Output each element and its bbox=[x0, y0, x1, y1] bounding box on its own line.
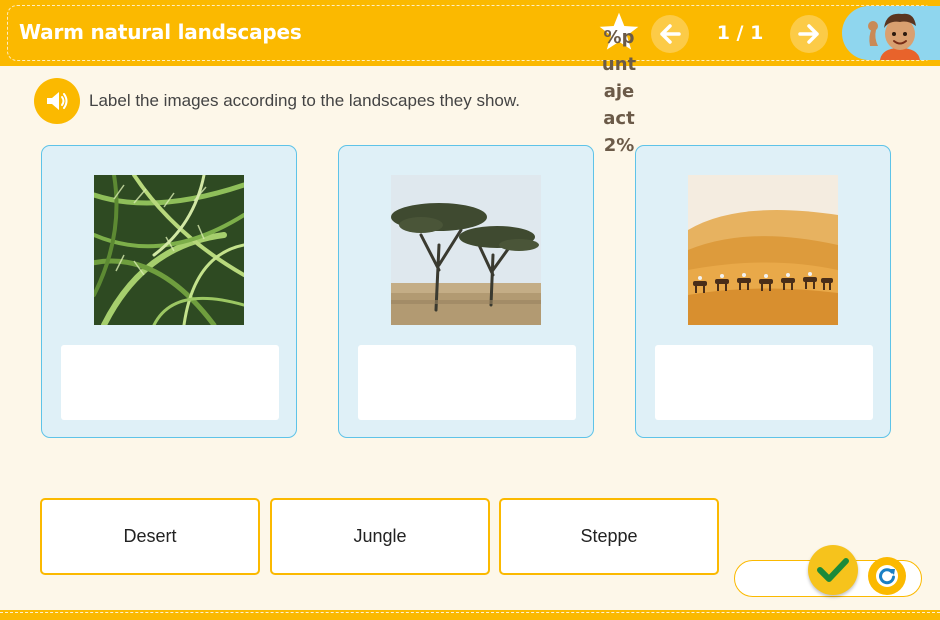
check-button[interactable] bbox=[808, 545, 858, 595]
page-title: Warm natural landscapes bbox=[19, 20, 302, 44]
jungle-palm-leaves-photo bbox=[94, 175, 244, 325]
boy-avatar-icon bbox=[868, 13, 920, 60]
checkmark-icon bbox=[817, 558, 849, 582]
desert-camel-caravan-photo bbox=[688, 175, 838, 325]
answer-chip-jungle[interactable]: Jungle bbox=[270, 498, 490, 575]
refresh-icon bbox=[876, 565, 898, 587]
answer-chip-desert[interactable]: Desert bbox=[40, 498, 260, 575]
footer-dashed-line bbox=[0, 612, 940, 613]
reset-button[interactable] bbox=[868, 557, 906, 595]
image-card-3 bbox=[635, 145, 891, 438]
score-line: 2% bbox=[603, 135, 635, 156]
score-line: act bbox=[603, 108, 635, 129]
savanna-acacia-trees-photo bbox=[391, 175, 541, 325]
score-line: aje bbox=[603, 81, 635, 102]
instruction-text: Label the images according to the landsc… bbox=[89, 91, 520, 110]
image-card-1 bbox=[41, 145, 297, 438]
answer-dropzone-1[interactable] bbox=[61, 345, 279, 420]
answer-dropzone-3[interactable] bbox=[655, 345, 873, 420]
answer-dropzone-2[interactable] bbox=[358, 345, 576, 420]
previous-button[interactable] bbox=[651, 15, 689, 53]
arrow-right-icon bbox=[798, 24, 819, 44]
arrow-left-icon bbox=[660, 24, 681, 44]
answer-chip-steppe[interactable]: Steppe bbox=[499, 498, 719, 575]
avatar[interactable] bbox=[842, 6, 940, 60]
score-text: %p unt aje act 2% bbox=[598, 24, 640, 159]
score-line: unt bbox=[601, 54, 637, 75]
score-line: %p bbox=[603, 27, 635, 48]
speaker-icon bbox=[47, 92, 68, 110]
speaker-button[interactable] bbox=[34, 78, 80, 124]
next-button[interactable] bbox=[790, 15, 828, 53]
page-indicator: 1 / 1 bbox=[716, 22, 764, 44]
image-card-2 bbox=[338, 145, 594, 438]
